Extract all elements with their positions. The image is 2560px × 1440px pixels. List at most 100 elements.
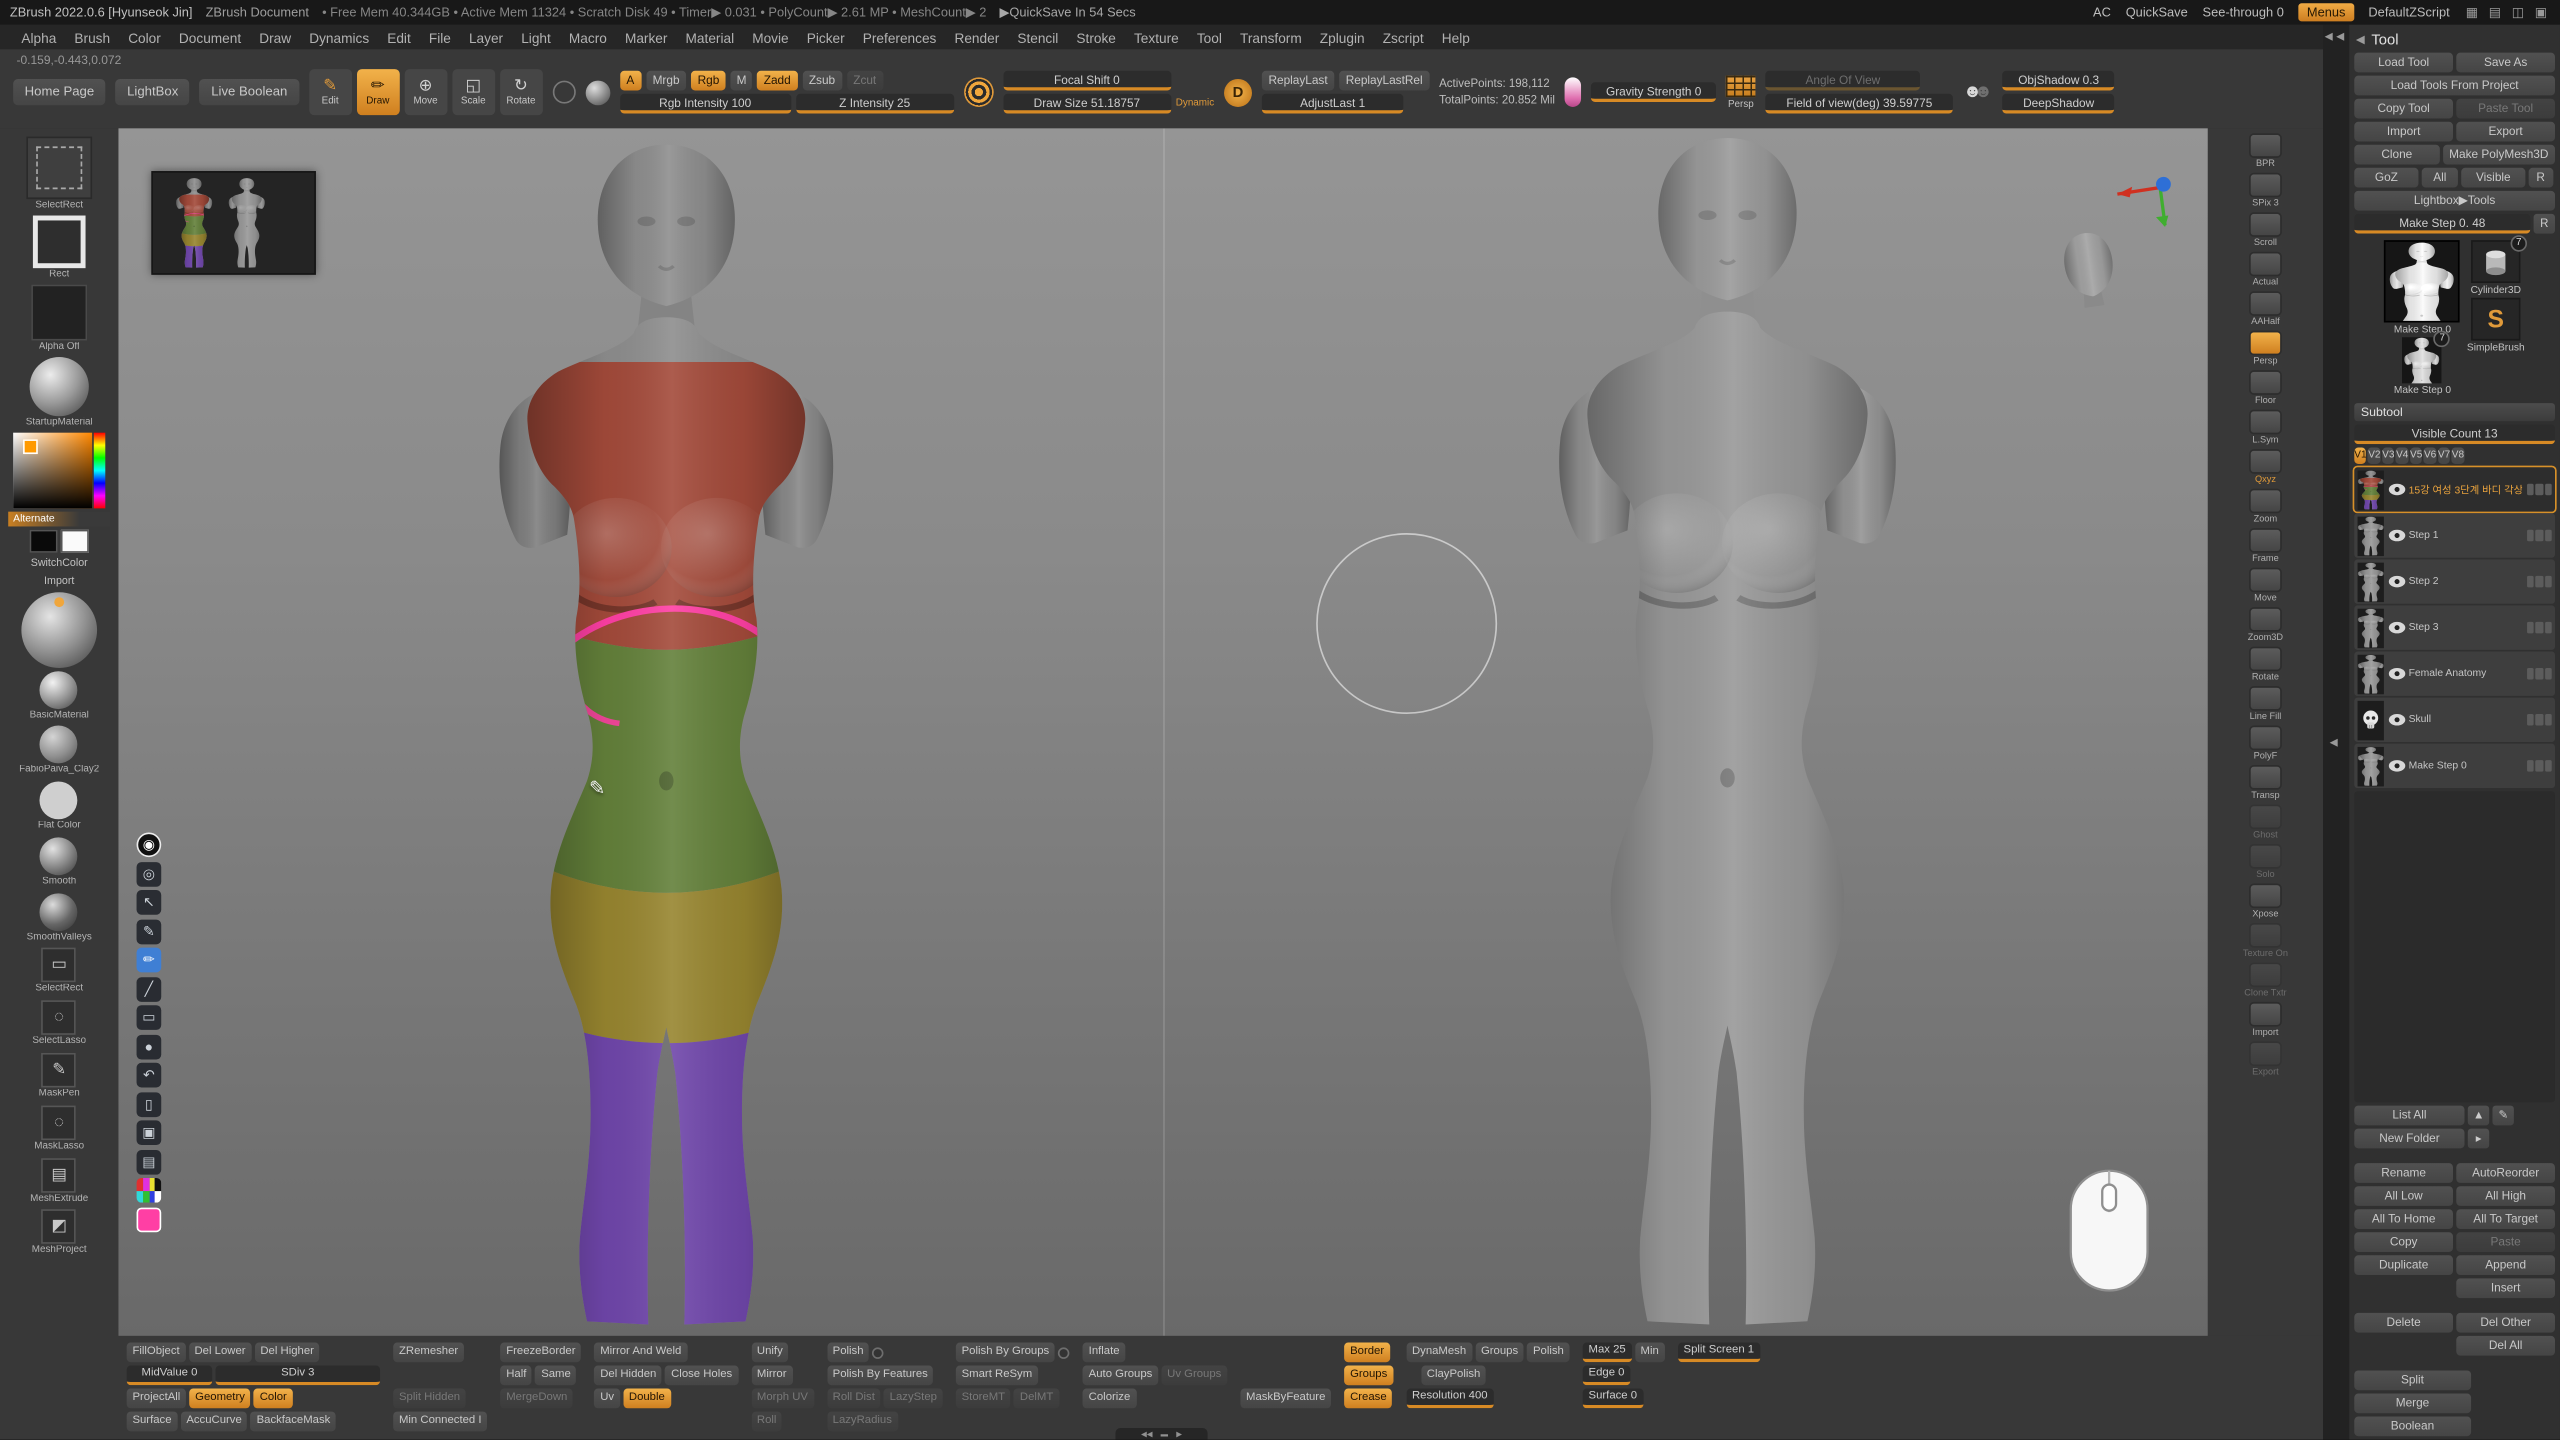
button[interactable]: MergeDown (500, 1389, 573, 1409)
deep-shadow-slider[interactable]: DeepShadow (2003, 94, 2115, 114)
subtool-item[interactable]: Female Anatomy (2354, 651, 2555, 695)
button[interactable]: Del Hidden (594, 1366, 662, 1386)
subtool-item[interactable]: Skull (2354, 698, 2555, 742)
titlebar-control[interactable]: AC (2093, 5, 2111, 20)
button[interactable]: Uv Groups (1161, 1366, 1227, 1386)
button[interactable]: Export (2456, 122, 2555, 142)
menu-item[interactable]: Layer (461, 27, 512, 47)
scroll-to-top-icon[interactable]: ▲ (2468, 1106, 2489, 1126)
button[interactable]: StoreMT (956, 1389, 1011, 1409)
selectrect-stroke-icon[interactable] (26, 137, 92, 200)
overlay-tool-icon[interactable]: ▭ (137, 1005, 162, 1030)
subtool-item[interactable]: Make Step 0 (2354, 744, 2555, 788)
button[interactable]: Border (1344, 1342, 1390, 1362)
interface-layout-icon[interactable]: ◫ (2509, 5, 2527, 20)
button[interactable]: Load Tools From Project (2354, 76, 2555, 96)
z-intensity-slider[interactable]: Z Intensity 25 (796, 94, 954, 114)
overlay-tool-icon[interactable]: ╱ (137, 976, 162, 1001)
overlay-tool-icon[interactable]: ↶ (137, 1063, 162, 1088)
collapse-arrow-icon[interactable]: ◀ (2325, 30, 2333, 43)
right-shelf-button[interactable]: Xpose (2249, 883, 2282, 919)
button[interactable]: Load Tool (2354, 53, 2453, 73)
button[interactable]: Import (2354, 122, 2453, 142)
cylinder3d-tool-thumbnail[interactable]: 7 (2471, 240, 2520, 283)
right-shelf-button[interactable]: Line Fill (2249, 686, 2282, 722)
menu-item[interactable]: Draw (251, 27, 299, 47)
subtool-item[interactable]: Step 1 (2354, 513, 2555, 557)
subtool-action-icons[interactable] (2526, 576, 2552, 588)
brush-item[interactable]: ◌ SelectLasso (32, 1000, 86, 1048)
button[interactable]: GoZ (2354, 168, 2418, 188)
button[interactable]: Morph UV (751, 1389, 814, 1409)
titlebar-control[interactable]: DefaultZScript (2368, 5, 2449, 20)
right-shelf-button[interactable]: Floor (2249, 370, 2282, 406)
gravity-strength-slider[interactable]: Gravity Strength 0 (1591, 82, 1716, 102)
paint-mode-button[interactable]: Mrgb (646, 71, 686, 91)
right-shelf-button[interactable]: SPix 3 (2249, 173, 2282, 209)
right-shelf-button[interactable]: Scroll (2249, 212, 2282, 248)
menu-item[interactable]: Light (513, 27, 559, 47)
draw-size-slider[interactable]: Draw Size 51.18757 (1003, 94, 1171, 114)
menu-item[interactable]: Zscript (1374, 27, 1431, 47)
paint-mode-button[interactable]: Zsub (802, 71, 841, 91)
button[interactable]: AutoReorder (2456, 1163, 2555, 1183)
new-folder-button[interactable]: New Folder (2354, 1129, 2464, 1149)
subtool-action-icons[interactable] (2526, 760, 2552, 772)
button[interactable]: R (2529, 168, 2553, 188)
right-shelf-button[interactable]: Texture On (2243, 923, 2288, 959)
gravity-icon[interactable] (1565, 77, 1581, 107)
document-preview-thumbnail[interactable] (151, 171, 316, 275)
mode-button[interactable]: ⊕ Move (404, 69, 447, 115)
button[interactable]: ProjectAll (127, 1389, 186, 1409)
adjust-last-slider[interactable]: AdjustLast 1 (1262, 94, 1403, 114)
sculpt-model-polygroups[interactable] (477, 138, 855, 1329)
button[interactable]: Double (623, 1389, 670, 1409)
menu-item[interactable]: Marker (617, 27, 676, 47)
overlay-tool-icon[interactable]: ● (137, 1034, 162, 1059)
titlebar-control[interactable]: See-through 0 (2203, 5, 2284, 20)
button[interactable]: V2 (2368, 447, 2380, 463)
right-shelf-button[interactable]: Frame (2249, 528, 2282, 564)
button[interactable]: Groups (1344, 1366, 1393, 1386)
button[interactable]: Mirror (751, 1366, 792, 1386)
shelf-tray-handle[interactable]: ◀◀ ▬ ▶ (1115, 1428, 1207, 1440)
menu-item[interactable]: Color (120, 27, 169, 47)
button[interactable]: Rename (2354, 1163, 2453, 1183)
mode-button[interactable]: ✏ Draw (356, 69, 399, 115)
right-shelf-button[interactable]: Actual (2249, 252, 2282, 288)
overlay-tool-icon[interactable]: ◉ (137, 832, 162, 857)
button[interactable]: Roll Dist (827, 1389, 881, 1409)
menu-item[interactable]: File (421, 27, 459, 47)
menu-item[interactable]: Texture (1126, 27, 1187, 47)
button[interactable]: Colorize (1083, 1389, 1136, 1409)
active-color-swatch[interactable] (137, 1207, 162, 1232)
live-boolean-button[interactable]: Live Boolean (200, 79, 299, 105)
button[interactable]: Close Holes (665, 1366, 738, 1386)
menu-item[interactable]: Material (677, 27, 742, 47)
overlay-tool-icon[interactable]: ▤ (137, 1149, 162, 1174)
button[interactable]: FillObject (127, 1342, 186, 1362)
button[interactable]: Min (1635, 1342, 1665, 1362)
hue-strip[interactable] (94, 432, 106, 508)
subtool-item[interactable]: Step 2 (2354, 559, 2555, 603)
button[interactable] (1058, 1347, 1070, 1359)
button[interactable] (873, 1347, 885, 1359)
menu-item[interactable]: Macro (561, 27, 615, 47)
mode-button[interactable]: ✎ Edit (309, 69, 352, 115)
button[interactable]: Smart ReSym (956, 1366, 1038, 1386)
recent-tool-thumbnail[interactable]: 7 (2403, 337, 2442, 383)
lightbox-button[interactable]: LightBox (116, 79, 190, 105)
material-item[interactable]: Flat Color (38, 782, 81, 833)
button[interactable]: BackfaceMask (251, 1412, 336, 1432)
visibility-eye-icon[interactable] (2388, 760, 2404, 772)
brush-item[interactable]: ◌ MaskLasso (34, 1105, 84, 1153)
button[interactable]: SDiv 3 (216, 1366, 381, 1386)
visibility-eye-icon[interactable] (2388, 576, 2404, 588)
shadow-heads-icon[interactable]: ☻☻ (1963, 83, 1993, 101)
brush-item[interactable]: ◩ MeshProject (32, 1210, 87, 1258)
merge-button[interactable]: Merge (2354, 1393, 2470, 1413)
switch-color-button[interactable]: SwitchColor (26, 555, 93, 570)
button[interactable]: All Low (2354, 1186, 2453, 1206)
active-tool-thumbnail[interactable] (2385, 240, 2461, 322)
button[interactable]: Lightbox▶Tools (2354, 191, 2555, 211)
